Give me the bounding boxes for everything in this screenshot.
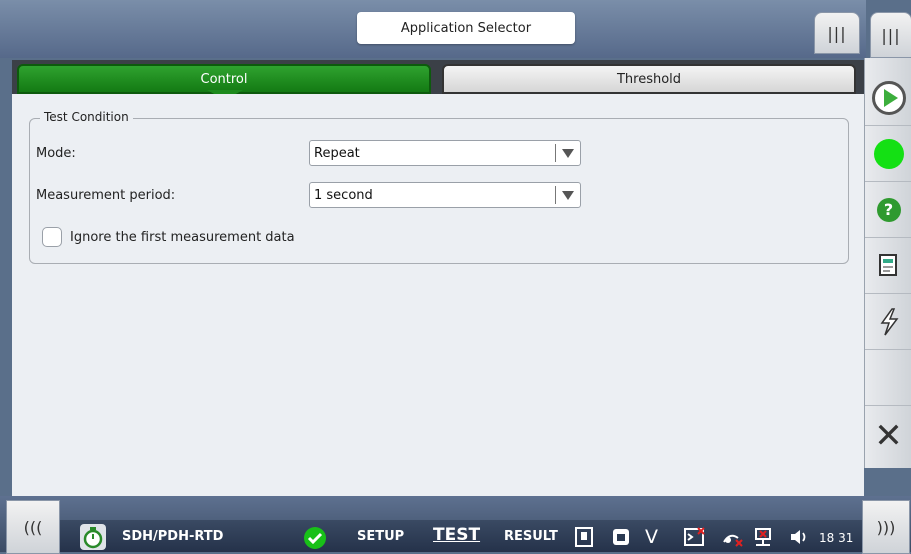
application-selector-button[interactable]: Application Selector: [357, 12, 575, 44]
status-dot-icon: [873, 138, 904, 169]
sidebar-empty-slot: [865, 350, 911, 406]
grip-icon: |||: [881, 25, 901, 45]
ignore-first-data-checkbox[interactable]: [42, 227, 62, 247]
separator: [555, 186, 556, 204]
clock: 18 31: [819, 531, 854, 545]
chevron-down-icon: [562, 149, 574, 158]
group-title: Test Condition: [40, 110, 133, 124]
ignore-first-data-label[interactable]: Ignore the first measurement data: [70, 230, 295, 245]
main-panel: Test Condition Mode: Repeat Measurement …: [12, 94, 864, 496]
terminal-icon: [684, 527, 705, 546]
measurement-period-value: 1 second: [314, 188, 373, 203]
setup-button[interactable]: SETUP: [357, 529, 404, 544]
measurement-period-label: Measurement period:: [36, 188, 176, 203]
start-button[interactable]: [865, 70, 911, 126]
application-selector-label: Application Selector: [400, 20, 532, 36]
voltage-indicator: V: [645, 526, 658, 548]
separator: [555, 144, 556, 162]
measurement-period-select[interactable]: 1 second: [309, 182, 581, 208]
sfp-icon: [613, 529, 629, 545]
mode-label: Mode:: [36, 146, 76, 161]
tab-threshold[interactable]: Threshold: [442, 64, 856, 94]
left-panel-grip[interactable]: (((: [6, 500, 60, 554]
top-panel-grip[interactable]: |||: [814, 12, 860, 54]
chevron-down-icon: [562, 191, 574, 200]
tab-bar: Control Threshold: [12, 60, 864, 100]
report-button[interactable]: [865, 238, 911, 294]
help-button[interactable]: ?: [865, 182, 911, 238]
close-button[interactable]: ✕: [865, 406, 911, 466]
play-icon: [871, 80, 906, 115]
test-condition-group: Test Condition Mode: Repeat Measurement …: [29, 110, 849, 264]
bottom-bar: ((( ))) SDH/PDH-RTD SETUP TEST RESULT V: [0, 496, 911, 554]
report-icon: [878, 253, 897, 276]
plug-icon: [575, 527, 593, 547]
right-sidebar: ? ✕: [864, 58, 911, 468]
lightning-icon: [880, 307, 898, 335]
test-button[interactable]: TEST: [433, 525, 480, 545]
check-icon: [304, 527, 326, 549]
application-name: SDH/PDH-RTD: [122, 529, 224, 544]
network-icon: [755, 528, 771, 546]
satellite-icon: [723, 534, 743, 547]
status-indicator: [865, 126, 911, 182]
stopwatch-icon[interactable]: [80, 524, 106, 550]
grip-right-icon: ))): [876, 517, 896, 537]
result-button[interactable]: RESULT: [504, 529, 558, 544]
right-panel-grip[interactable]: ))): [862, 500, 910, 554]
close-icon: ✕: [874, 416, 903, 456]
top-bar: Application Selector |||: [0, 0, 866, 58]
speaker-icon[interactable]: [789, 528, 809, 546]
tab-control-label: Control: [200, 71, 248, 87]
grip-icon: |||: [827, 23, 847, 43]
side-panel-grip[interactable]: |||: [870, 12, 911, 58]
tab-threshold-label: Threshold: [616, 71, 682, 87]
mode-select[interactable]: Repeat: [309, 140, 581, 166]
error-insert-button[interactable]: [865, 294, 911, 350]
help-icon: ?: [876, 197, 901, 222]
grip-left-icon: (((: [23, 517, 43, 537]
mode-select-value: Repeat: [314, 146, 360, 161]
